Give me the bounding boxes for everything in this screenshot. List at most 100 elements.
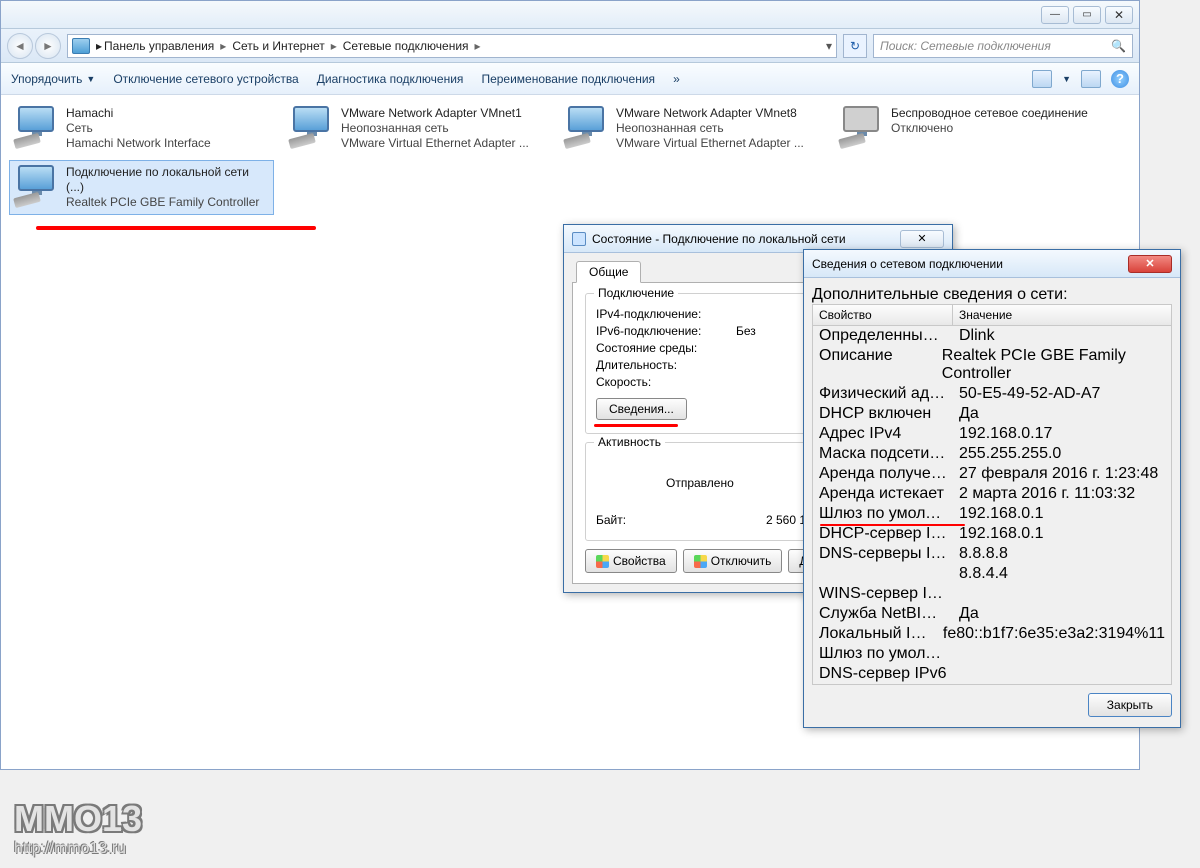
connection-name: VMware Network Adapter VMnet8 — [616, 106, 804, 121]
organize-menu[interactable]: Упорядочить▼ — [11, 72, 95, 86]
property-row: WINS-сервер IPv4 — [813, 584, 1171, 604]
connection-status: Сеть — [66, 121, 211, 136]
crumb-3[interactable]: Сетевые подключения — [343, 39, 469, 53]
connection-name: Hamachi — [66, 106, 211, 121]
details-close-button[interactable]: ✕ — [1128, 255, 1172, 273]
breadcrumb[interactable]: ▸ Панель управления ▸ Сеть и Интернет ▸ … — [67, 34, 837, 58]
property-name: DNS-серверы IPv4 — [813, 545, 953, 563]
property-value — [953, 645, 965, 663]
property-row: Служба NetBIOS через...Да — [813, 604, 1171, 624]
refresh-button[interactable]: ↻ — [843, 34, 867, 58]
search-icon: 🔍 — [1111, 39, 1126, 53]
search-placeholder: Поиск: Сетевые подключения — [880, 39, 1051, 53]
property-value: 255.255.255.0 — [953, 445, 1067, 463]
property-value: Да — [953, 405, 985, 423]
search-input[interactable]: Поиск: Сетевые подключения 🔍 — [873, 34, 1133, 58]
network-icon — [572, 232, 586, 246]
property-row: Маска подсети IPv4255.255.255.0 — [813, 444, 1171, 464]
property-value: 192.168.0.1 — [953, 525, 1050, 543]
property-name: Описание — [813, 347, 936, 383]
property-row: 8.8.4.4 — [813, 564, 1171, 584]
connection-adapter: VMware Virtual Ethernet Adapter ... — [616, 136, 804, 151]
connection-icon — [839, 106, 883, 146]
minimize-button[interactable]: — — [1041, 6, 1069, 24]
command-bar: Упорядочить▼ Отключение сетевого устройс… — [1, 63, 1139, 95]
properties-button[interactable]: Свойства — [585, 549, 677, 573]
property-value: 192.168.0.1 — [953, 505, 1050, 523]
annotation-underline — [820, 524, 965, 526]
property-row: Определенный для по...Dlink — [813, 326, 1171, 346]
property-value — [953, 665, 965, 683]
col-value[interactable]: Значение — [953, 305, 1018, 325]
watermark: MMO13 http://mmo13.ru — [14, 798, 142, 858]
property-value: 8.8.4.4 — [953, 565, 1014, 583]
connection-item[interactable]: Hamachi Сеть Hamachi Network Interface — [9, 101, 274, 156]
details-header: Дополнительные сведения о сети: — [812, 286, 1172, 304]
annotation-underline — [594, 424, 678, 427]
property-name: Локальный IPv6-адрес... — [813, 625, 937, 643]
connection-adapter: Realtek PCIe GBE Family Controller — [66, 195, 269, 210]
back-button[interactable]: ◄ — [7, 33, 33, 59]
property-name: Служба NetBIOS через... — [813, 605, 953, 623]
preview-pane-icon[interactable] — [1081, 70, 1101, 88]
details-button[interactable]: Сведения... — [596, 398, 687, 420]
property-value: Dlink — [953, 327, 1001, 345]
property-table: Свойство Значение Определенный для по...… — [812, 304, 1172, 685]
property-name: WINS-сервер IPv4 — [813, 585, 953, 603]
property-value: 8.8.8.8 — [953, 545, 1014, 563]
property-value: 27 февраля 2016 г. 1:23:48 — [953, 465, 1164, 483]
col-property[interactable]: Свойство — [813, 305, 953, 325]
control-panel-icon — [72, 38, 90, 54]
property-row: Физический адрес50-E5-49-52-AD-A7 — [813, 384, 1171, 404]
property-name: Маска подсети IPv4 — [813, 445, 953, 463]
property-name: DHCP-сервер IPv4 — [813, 525, 953, 543]
maximize-button[interactable]: ▭ — [1073, 6, 1101, 24]
connection-item[interactable]: VMware Network Adapter VMnet8 Неопознанн… — [559, 101, 824, 156]
property-name: Аренда истекает — [813, 485, 953, 503]
property-value: 192.168.0.17 — [953, 425, 1058, 443]
property-name: Определенный для по... — [813, 327, 953, 345]
connection-name: VMware Network Adapter VMnet1 — [341, 106, 529, 121]
property-row: DHCP включенДа — [813, 404, 1171, 424]
address-bar: ◄ ► ▸ Панель управления ▸ Сеть и Интерне… — [1, 29, 1139, 63]
property-row: DNS-серверы IPv48.8.8.8 — [813, 544, 1171, 564]
connection-status: Неопознанная сеть — [341, 121, 529, 136]
crumb-2[interactable]: Сеть и Интернет — [232, 39, 324, 53]
rename-button[interactable]: Переименование подключения — [481, 72, 655, 86]
tab-general[interactable]: Общие — [576, 261, 641, 283]
connection-icon — [14, 165, 58, 205]
watermark-url: http://mmo13.ru — [14, 840, 142, 858]
forward-button[interactable]: ► — [35, 33, 61, 59]
property-name: Аренда получена — [813, 465, 953, 483]
property-row: Локальный IPv6-адрес...fe80::b1f7:6e35:e… — [813, 624, 1171, 644]
disable-device-button[interactable]: Отключение сетевого устройства — [113, 72, 298, 86]
connection-icon — [564, 106, 608, 146]
sent-label: Отправлено — [666, 476, 734, 490]
diagnose-button[interactable]: Диагностика подключения — [317, 72, 464, 86]
help-icon[interactable]: ? — [1111, 70, 1129, 88]
connection-name: Подключение по локальной сети (...) — [66, 165, 269, 195]
connection-status: Отключено — [891, 121, 1088, 136]
close-button[interactable]: ✕ — [1105, 6, 1133, 24]
status-close-button[interactable]: ✕ — [900, 230, 944, 248]
connection-icon — [14, 106, 58, 146]
connection-item[interactable]: VMware Network Adapter VMnet1 Неопознанн… — [284, 101, 549, 156]
connection-item[interactable]: Подключение по локальной сети (...) Real… — [9, 160, 274, 215]
explorer-titlebar: — ▭ ✕ — [1, 1, 1139, 29]
close-details-button[interactable]: Закрыть — [1088, 693, 1172, 717]
property-row: Аренда получена27 февраля 2016 г. 1:23:4… — [813, 464, 1171, 484]
crumb-1[interactable]: Панель управления — [104, 39, 214, 53]
watermark-logo: MMO13 — [14, 798, 142, 839]
details-dialog-title: Сведения о сетевом подключении ✕ — [804, 250, 1180, 278]
connection-item[interactable]: Беспроводное сетевое соединение Отключен… — [834, 101, 1099, 156]
more-commands[interactable]: » — [673, 72, 680, 86]
view-mode-icon[interactable] — [1032, 70, 1052, 88]
property-name: Физический адрес — [813, 385, 953, 403]
property-name: Шлюз по умолчанию IP... — [813, 505, 953, 523]
disable-button[interactable]: Отключить — [683, 549, 783, 573]
property-row: DNS-сервер IPv6 — [813, 664, 1171, 684]
property-row: ОписаниеRealtek PCIe GBE Family Controll… — [813, 346, 1171, 384]
property-value — [953, 585, 965, 603]
property-row: Шлюз по умолчанию IP...192.168.0.1 — [813, 504, 1171, 524]
property-value: 50-E5-49-52-AD-A7 — [953, 385, 1106, 403]
